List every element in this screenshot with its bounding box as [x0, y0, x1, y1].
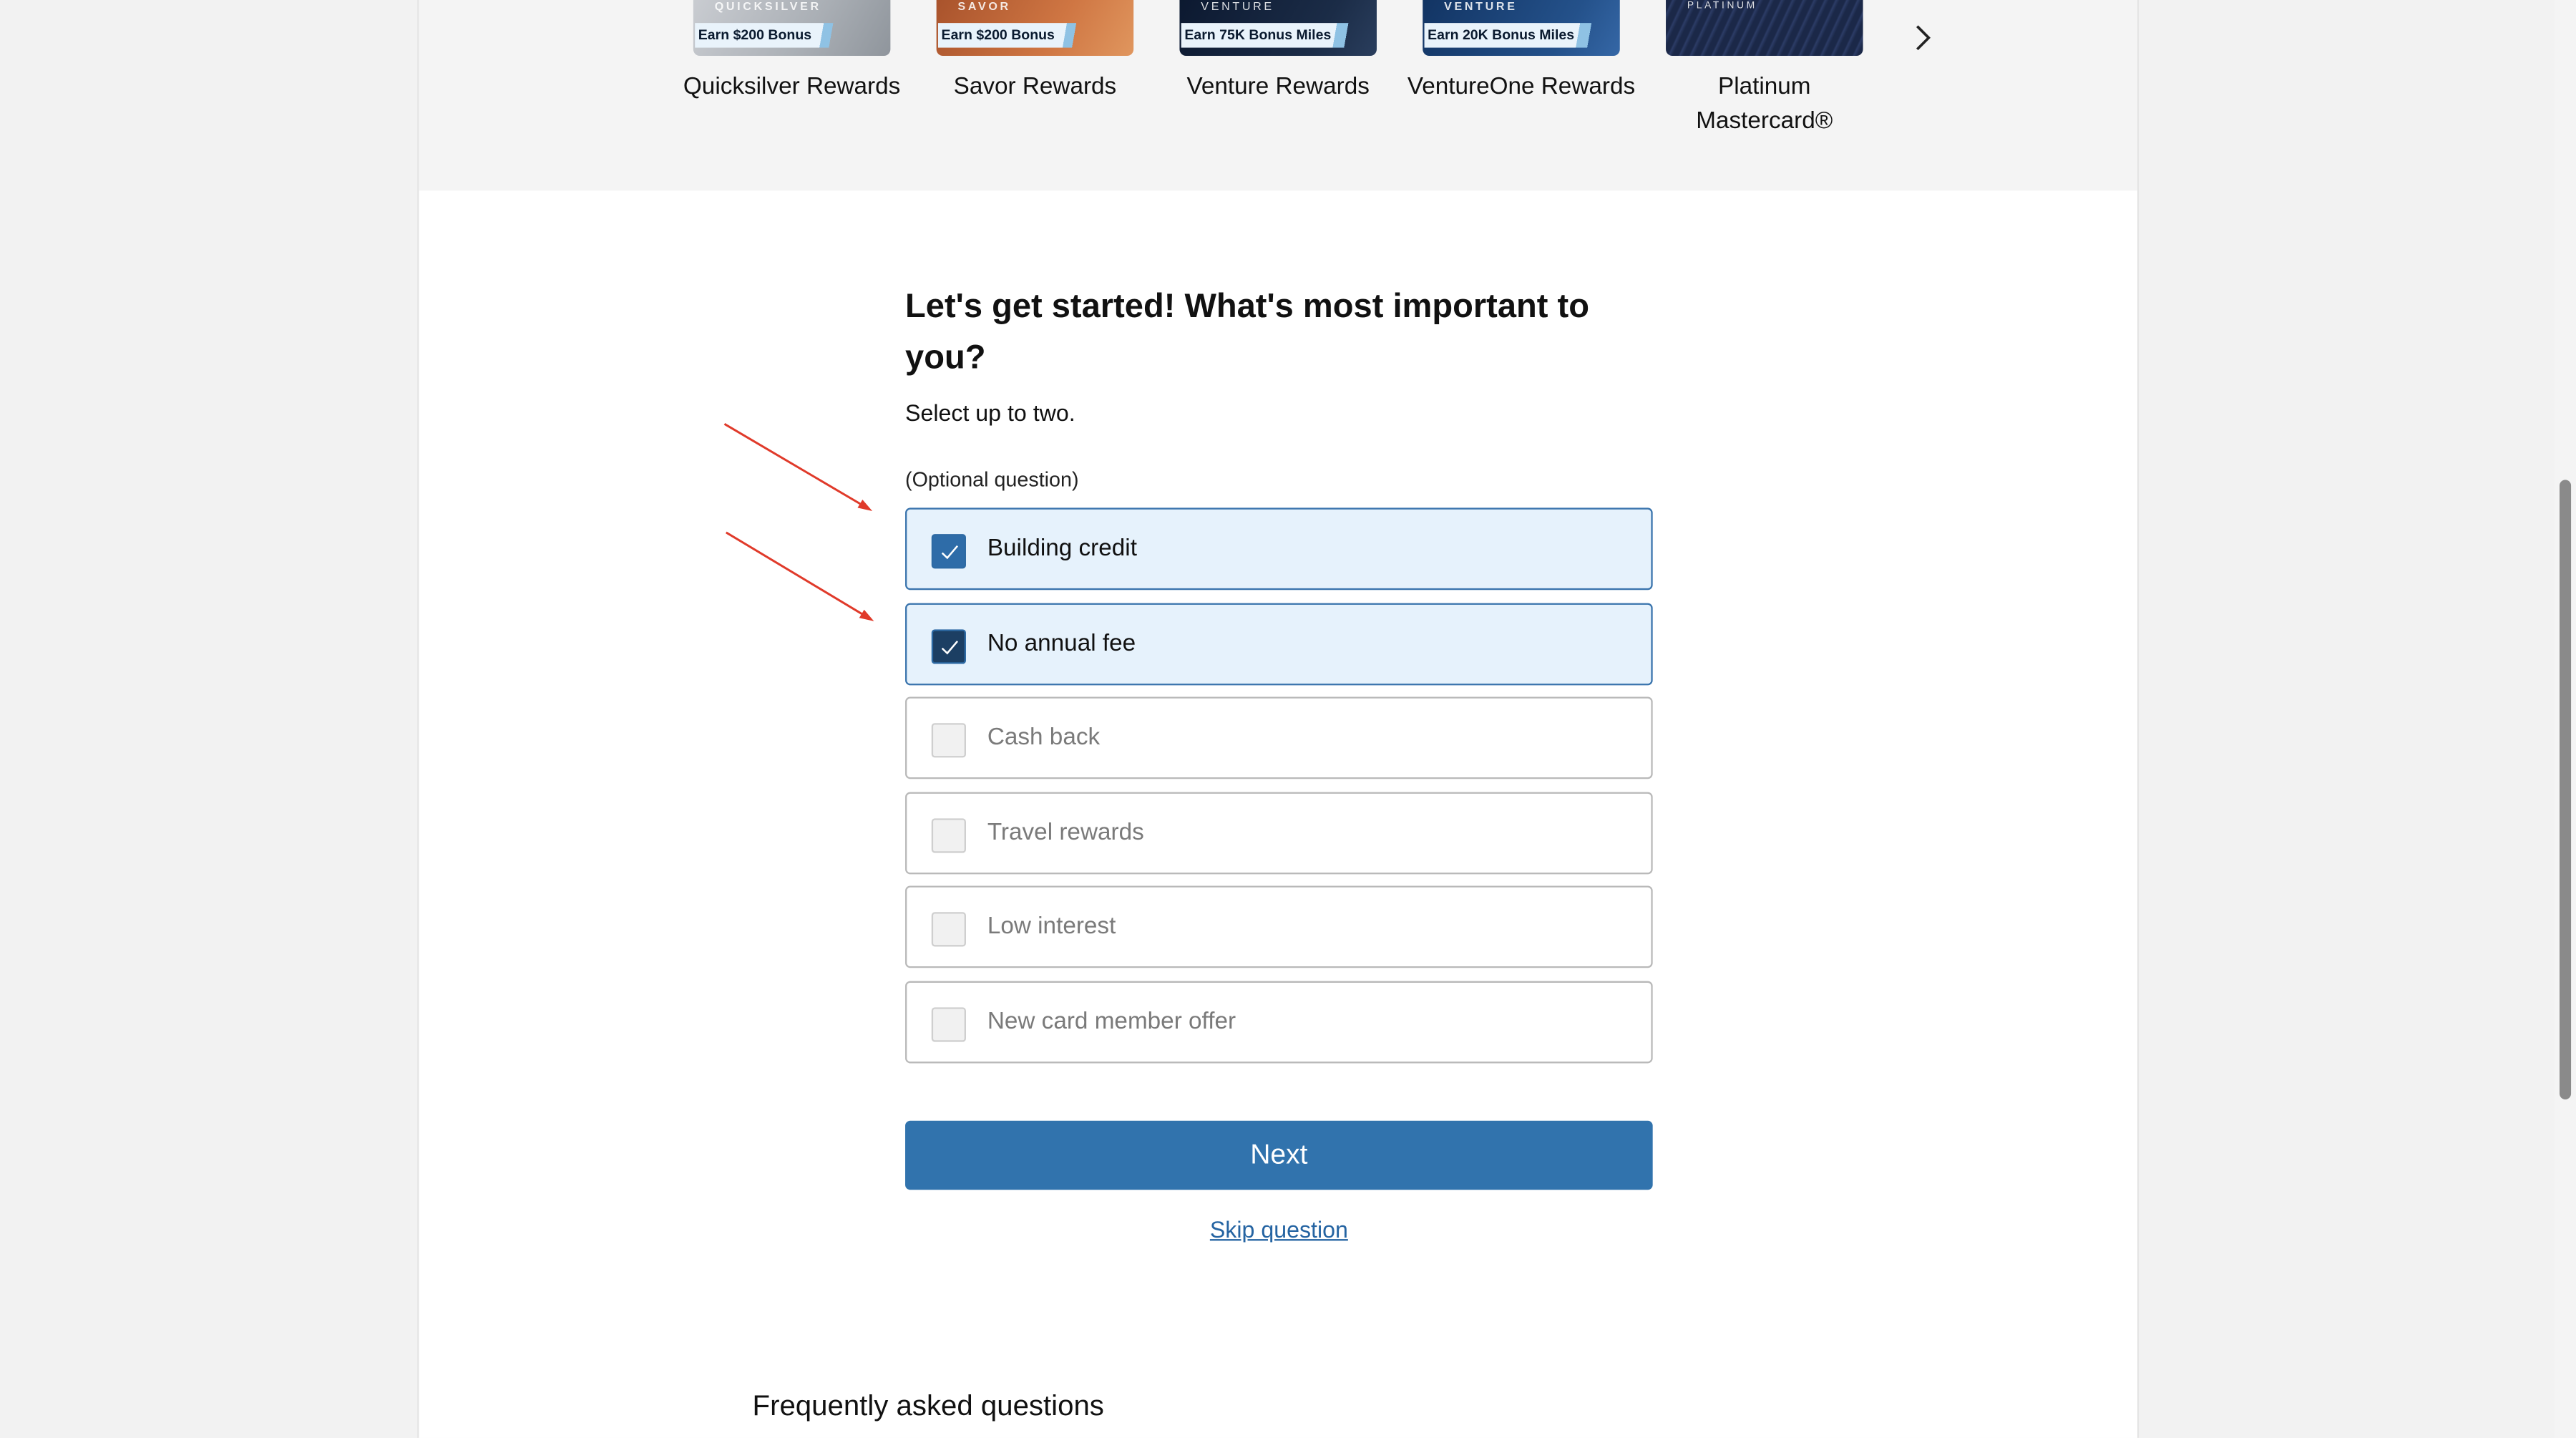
scrollbar-thumb[interactable] — [2560, 480, 2572, 1099]
card-name-text: Quicksilver Rewards — [683, 74, 901, 101]
card-brand: QUICKSILVER — [714, 1, 821, 14]
card-name-text: VentureOne Rewards — [1407, 74, 1636, 101]
checkmark-icon — [940, 544, 957, 559]
card-brand: VENTURE — [1444, 1, 1518, 14]
card-name[interactable]: Savor Rewards — [914, 71, 1157, 105]
main-container: QUICKSILVER Earn $200 Bonus Quicksilver … — [417, 0, 2140, 1438]
option-label: No annual fee — [987, 631, 1136, 658]
next-button[interactable]: Next — [905, 1120, 1653, 1190]
option-no-annual-fee[interactable]: No annual fee — [905, 603, 1653, 686]
option-label: New card member offer — [987, 1009, 1236, 1036]
card-name[interactable]: Platinum Mastercard® — [1643, 71, 1886, 140]
checkbox-unchecked[interactable] — [931, 723, 966, 758]
card-art-platinum[interactable]: PLATINUM — [1666, 0, 1863, 57]
card-name-text: Platinum Mastercard® — [1696, 74, 1833, 135]
card-name-text: Venture Rewards — [1186, 74, 1370, 101]
option-label: Travel rewards — [987, 820, 1144, 847]
card-art-savor[interactable]: SAVOR Earn $200 Bonus — [936, 0, 1134, 57]
option-cash-back[interactable]: Cash back — [905, 696, 1653, 779]
card-name[interactable]: Venture Rewards — [1156, 71, 1400, 105]
card-brand: VENTURE — [1201, 1, 1274, 14]
checkbox-unchecked[interactable] — [931, 818, 966, 853]
card-art-ventureone[interactable]: VENTURE Earn 20K Bonus Miles — [1423, 0, 1620, 57]
question-subtext: Select up to two. — [905, 399, 1075, 426]
card-carousel: QUICKSILVER Earn $200 Bonus Quicksilver … — [419, 0, 2137, 191]
option-travel-rewards[interactable]: Travel rewards — [905, 792, 1653, 875]
skip-question-text: Skip question — [1209, 1215, 1348, 1243]
checkbox-checked[interactable] — [931, 534, 966, 569]
page-stage: QUICKSILVER Earn $200 Bonus Quicksilver … — [0, 0, 2576, 1438]
checkbox-checked[interactable] — [931, 629, 966, 664]
bonus-badge: Earn $200 Bonus — [937, 23, 1091, 48]
option-building-credit[interactable]: Building credit — [905, 507, 1653, 591]
skip-question-link[interactable]: Skip question — [905, 1216, 1653, 1243]
card-name[interactable]: Quicksilver Rewards — [670, 71, 914, 105]
card-name-text: Savor Rewards — [953, 74, 1117, 101]
bonus-badge: Earn 20K Bonus Miles — [1424, 23, 1611, 48]
checkbox-unchecked[interactable] — [931, 1007, 966, 1042]
bonus-badge: Earn 75K Bonus Miles — [1181, 23, 1367, 48]
option-label: Building credit — [987, 535, 1137, 563]
card-name[interactable]: VentureOne Rewards — [1400, 71, 1643, 105]
card-art-venture[interactable]: VENTURE Earn 75K Bonus Miles — [1179, 0, 1377, 57]
chevron-right-icon — [1916, 25, 1931, 51]
option-label: Low interest — [987, 913, 1116, 941]
optional-label: (Optional question) — [905, 468, 1079, 492]
checkmark-icon — [940, 639, 957, 654]
faq-title: Frequently asked questions — [752, 1389, 1104, 1422]
card-art-quicksilver[interactable]: QUICKSILVER Earn $200 Bonus — [693, 0, 891, 57]
option-low-interest[interactable]: Low interest — [905, 885, 1653, 968]
option-new-card-member-offer[interactable]: New card member offer — [905, 981, 1653, 1064]
carousel-next-button[interactable] — [1906, 21, 1938, 54]
bonus-badge: Earn $200 Bonus — [695, 23, 848, 48]
card-brand: PLATINUM — [1687, 1, 1757, 12]
card-brand: SAVOR — [957, 1, 1011, 14]
question-heading: Let's get started! What's most important… — [905, 287, 1589, 376]
option-label: Cash back — [987, 724, 1101, 752]
checkbox-unchecked[interactable] — [931, 912, 966, 947]
